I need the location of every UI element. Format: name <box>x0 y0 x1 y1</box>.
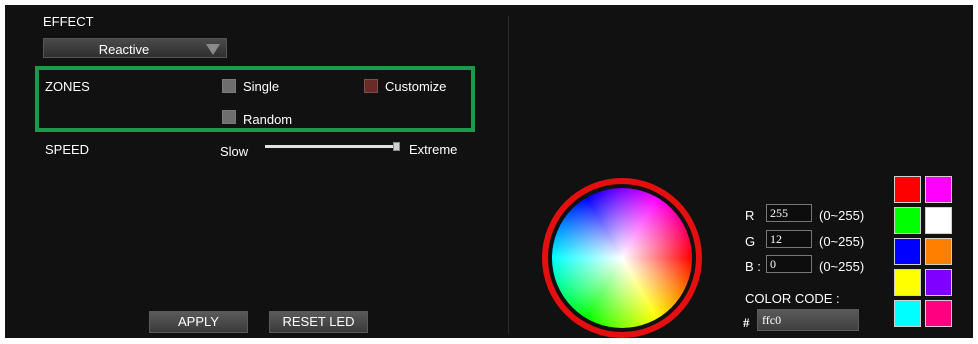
color-swatch[interactable] <box>925 269 952 296</box>
effect-label: EFFECT <box>43 14 94 29</box>
random-label: Random <box>243 112 293 127</box>
zones-label: ZONES <box>45 79 90 94</box>
color-swatch[interactable] <box>894 176 921 203</box>
effect-dropdown[interactable]: Reactive <box>43 38 227 58</box>
speed-slider-handle[interactable] <box>393 142 400 151</box>
color-swatch[interactable] <box>894 238 921 265</box>
speed-min-label: Slow <box>220 144 249 159</box>
color-swatch[interactable] <box>894 300 921 327</box>
dropdown-arrow-icon[interactable] <box>206 44 220 55</box>
r-input[interactable]: 255 <box>766 204 812 222</box>
reset-led-button[interactable]: RESET LED <box>269 311 368 333</box>
speed-max-label: Extreme <box>409 142 458 157</box>
single-label: Single <box>243 79 280 94</box>
speed-slider-track[interactable] <box>265 145 395 148</box>
b-range: (0~255) <box>819 259 865 274</box>
g-label: G <box>745 234 756 249</box>
customize-checkbox[interactable] <box>364 79 378 93</box>
g-range: (0~255) <box>819 234 865 249</box>
single-checkbox[interactable] <box>222 79 236 93</box>
color-swatch[interactable] <box>925 207 952 234</box>
g-input[interactable]: 12 <box>766 230 812 248</box>
hash-symbol: # <box>743 315 750 330</box>
color-swatch[interactable] <box>925 176 952 203</box>
color-swatch[interactable] <box>894 269 921 296</box>
color-wheel[interactable] <box>552 188 692 328</box>
b-label: B : <box>745 259 761 274</box>
b-input[interactable]: 0 <box>766 255 812 273</box>
section-divider <box>508 16 509 334</box>
color-swatch[interactable] <box>894 207 921 234</box>
customize-label: Customize <box>385 79 447 94</box>
speed-label: SPEED <box>45 142 90 157</box>
color-code-label: COLOR CODE : <box>745 291 840 306</box>
effect-selected-value: Reactive <box>98 42 150 57</box>
color-swatch[interactable] <box>925 238 952 265</box>
color-code-input[interactable]: ffc0 <box>757 309 859 331</box>
apply-button[interactable]: APPLY <box>149 311 248 333</box>
color-swatch[interactable] <box>925 300 952 327</box>
r-range: (0~255) <box>819 208 865 223</box>
r-label: R <box>745 208 755 223</box>
random-checkbox[interactable] <box>222 110 236 124</box>
